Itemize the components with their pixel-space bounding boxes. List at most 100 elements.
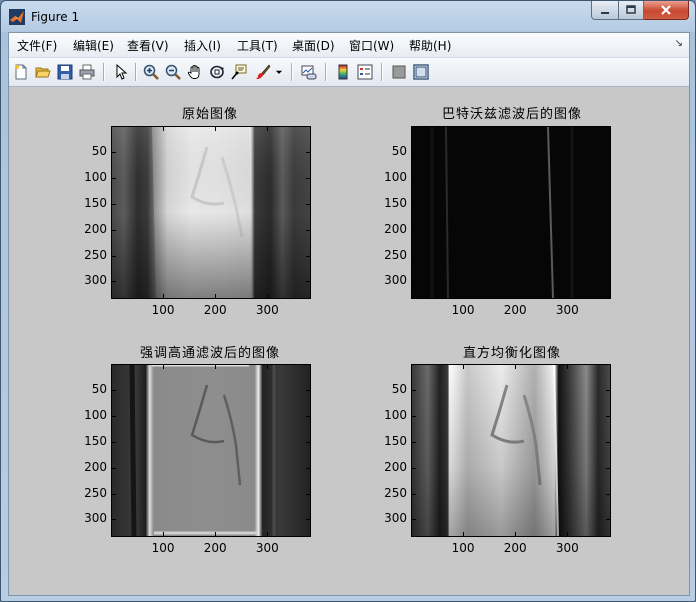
menu-tools[interactable]: 工具(T) <box>237 37 278 54</box>
rotate-3d-icon <box>210 65 224 79</box>
y-tick-label: 100 <box>84 407 107 422</box>
x-tick-label: 200 <box>503 541 527 555</box>
y-tick-mark <box>606 441 610 443</box>
hide-plot-tools-icon <box>392 65 406 79</box>
menu-view[interactable]: 查看(V) <box>127 37 169 54</box>
y-tick-label: 250 <box>84 485 107 500</box>
y-tick-label: 100 <box>384 169 407 184</box>
x-tick-mark <box>463 365 465 369</box>
menu-window[interactable]: 窗口(W) <box>349 37 394 54</box>
link-plot-button[interactable] <box>299 62 319 82</box>
pan-hand-icon <box>187 65 200 79</box>
y-tick-label: 150 <box>384 195 407 210</box>
x-tick-mark <box>515 365 517 369</box>
axes-3-highboost-image[interactable] <box>111 364 311 537</box>
maximize-button[interactable] <box>619 1 644 20</box>
x-tick-mark <box>515 294 517 298</box>
x-tick-mark <box>567 294 569 298</box>
menu-edit[interactable]: 编辑(E) <box>73 37 114 54</box>
highpass-emphasis-image <box>112 365 310 536</box>
butterworth-filtered-image <box>412 127 610 298</box>
new-figure-button[interactable] <box>11 62 31 82</box>
x-tick-mark <box>463 532 465 536</box>
select-arrow-button[interactable] <box>111 62 131 82</box>
y-tick-label: 200 <box>84 221 107 236</box>
window-controls <box>591 1 689 21</box>
y-tick-mark <box>112 281 116 283</box>
y-tick-mark <box>112 441 116 443</box>
zoom-in-icon <box>143 64 159 80</box>
y-tick-mark <box>112 255 116 257</box>
toolbar-separator <box>135 63 137 81</box>
data-cursor-icon <box>231 64 247 80</box>
x-tick-mark <box>463 127 465 131</box>
minimize-button[interactable] <box>591 1 619 20</box>
rotate-3d-button[interactable] <box>207 62 227 82</box>
y-tick-mark <box>412 229 416 231</box>
x-tick-mark <box>463 294 465 298</box>
y-tick-label: 100 <box>84 169 107 184</box>
link-plot-icon <box>301 65 317 80</box>
close-icon <box>661 5 671 15</box>
axes-4-title: 直方均衡化图像 <box>462 346 562 361</box>
x-tick-mark <box>267 294 269 298</box>
x-tick-label: 300 <box>555 541 579 555</box>
y-tick-mark <box>606 415 610 417</box>
menu-dock-arrow-icon[interactable]: ↘ <box>675 38 683 49</box>
y-tick-mark <box>306 467 310 469</box>
menu-help[interactable]: 帮助(H) <box>409 37 451 54</box>
pan-button[interactable] <box>185 62 205 82</box>
zoom-out-button[interactable] <box>163 62 183 82</box>
axes-2-butterworth-image[interactable] <box>411 126 611 299</box>
y-tick-mark <box>606 493 610 495</box>
axes-1-original-image[interactable] <box>111 126 311 299</box>
menu-desktop[interactable]: 桌面(D) <box>292 37 335 54</box>
y-tick-mark <box>112 415 116 417</box>
x-tick-mark <box>163 532 165 536</box>
save-button[interactable] <box>55 62 75 82</box>
y-tick-mark <box>306 389 310 391</box>
y-tick-label: 150 <box>84 195 107 210</box>
y-tick-mark <box>112 389 116 391</box>
x-tick-mark <box>215 294 217 298</box>
close-button[interactable] <box>644 1 689 20</box>
x-tick-mark <box>267 365 269 369</box>
y-tick-mark <box>306 415 310 417</box>
window-title: Figure 1 <box>31 10 80 24</box>
figure-toolbar <box>9 58 689 87</box>
print-button[interactable] <box>77 62 97 82</box>
open-file-icon <box>35 67 51 78</box>
colorbar-button[interactable] <box>333 62 353 82</box>
zoom-in-button[interactable] <box>141 62 161 82</box>
title-bar[interactable]: Figure 1 <box>1 1 695 33</box>
x-tick-label: 100 <box>451 541 475 555</box>
y-tick-mark <box>412 493 416 495</box>
y-tick-mark <box>112 493 116 495</box>
x-tick-mark <box>567 532 569 536</box>
legend-button[interactable] <box>355 62 375 82</box>
x-tick-mark <box>567 127 569 131</box>
y-tick-label: 300 <box>384 273 407 288</box>
menu-file[interactable]: 文件(F) <box>17 37 57 54</box>
print-icon <box>79 64 95 80</box>
open-file-button[interactable] <box>33 62 53 82</box>
save-icon <box>57 64 73 80</box>
axes-4-histeq-image[interactable] <box>411 364 611 537</box>
brush-button[interactable] <box>253 62 273 82</box>
y-tick-mark <box>606 203 610 205</box>
y-tick-label: 50 <box>391 143 407 158</box>
x-tick-label: 300 <box>555 303 579 317</box>
original-image <box>112 127 310 298</box>
hide-plot-tools-button[interactable] <box>389 62 409 82</box>
show-plot-tools-button[interactable] <box>411 62 431 82</box>
y-tick-mark <box>606 151 610 153</box>
data-cursor-button[interactable] <box>229 62 249 82</box>
y-tick-mark <box>412 519 416 521</box>
x-tick-mark <box>267 532 269 536</box>
brush-dropdown-button[interactable] <box>273 62 285 82</box>
y-tick-mark <box>412 177 416 179</box>
menu-insert[interactable]: 插入(I) <box>184 37 221 54</box>
brush-icon <box>256 64 271 80</box>
y-tick-label: 50 <box>91 143 107 158</box>
y-tick-mark <box>412 441 416 443</box>
